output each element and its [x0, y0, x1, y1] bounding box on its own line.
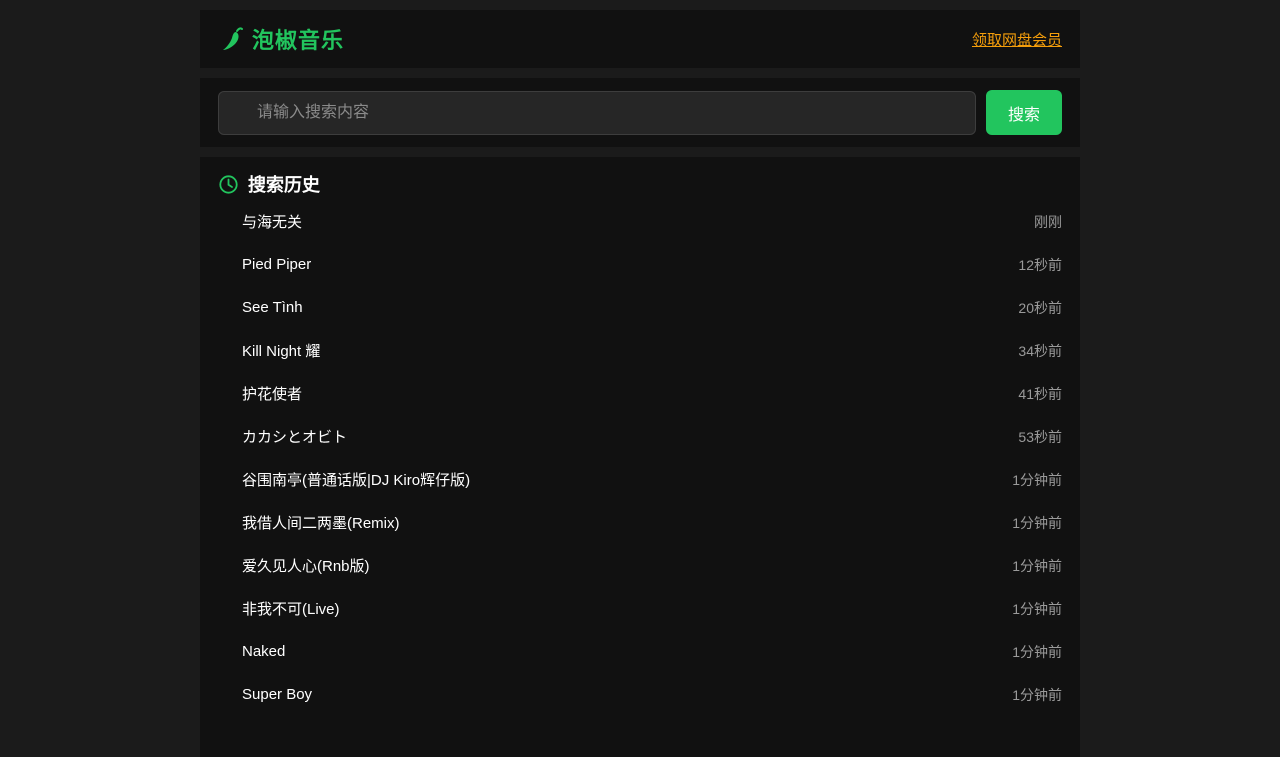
history-item-time: 1分钟前 — [1012, 557, 1062, 574]
history-item-time: 1分钟前 — [1012, 686, 1062, 703]
history-item-title: 谷围南亭(普通话版|DJ Kiro辉仔版) — [242, 472, 471, 489]
history-item-time: 12秒前 — [1018, 256, 1062, 273]
history-item-time: 53秒前 — [1018, 428, 1062, 445]
history-item-time: 1分钟前 — [1012, 514, 1062, 531]
history-item-title: 与海无关 — [242, 214, 303, 231]
history-item[interactable]: カカシとオビト 53秒前 — [218, 415, 1062, 458]
history-item-time: 1分钟前 — [1012, 600, 1062, 617]
history-item-title: Pied Piper — [242, 256, 312, 273]
history-item-title: 护花使者 — [242, 386, 303, 403]
history-item-title: 爱久见人心(Rnb版) — [242, 558, 370, 575]
claim-vip-link[interactable]: 领取网盘会员 — [972, 29, 1062, 50]
app-container: 泡椒音乐 领取网盘会员 搜索 搜索历史 与海无关 刚刚 Pied Piper 12秒… — [200, 10, 1080, 757]
history-item[interactable]: Naked 1分钟前 — [218, 630, 1062, 673]
search-history-title: 搜索历史 — [248, 175, 320, 195]
history-item[interactable]: See Tình 20秒前 — [218, 286, 1062, 329]
search-input[interactable] — [255, 102, 975, 123]
history-item-time: 刚刚 — [1034, 213, 1062, 230]
search-button[interactable]: 搜索 — [986, 90, 1062, 135]
history-item-time: 1分钟前 — [1012, 643, 1062, 660]
history-item-title: 非我不可(Live) — [242, 601, 340, 618]
history-item-title: Naked — [242, 643, 286, 660]
history-item[interactable]: 护花使者 41秒前 — [218, 372, 1062, 415]
history-item[interactable]: 爱久见人心(Rnb版) 1分钟前 — [218, 544, 1062, 587]
history-item[interactable]: Pied Piper 12秒前 — [218, 243, 1062, 286]
history-item-time: 20秒前 — [1018, 299, 1062, 316]
search-history-panel: 搜索历史 与海无关 刚刚 Pied Piper 12秒前 See Tình 20秒前 … — [200, 157, 1080, 757]
history-item[interactable]: 我借人间二两墨(Remix) 1分钟前 — [218, 501, 1062, 544]
brand[interactable]: 泡椒音乐 — [220, 23, 344, 55]
history-item[interactable]: 非我不可(Live) 1分钟前 — [218, 587, 1062, 630]
header: 泡椒音乐 领取网盘会员 — [200, 10, 1080, 68]
history-item[interactable]: 谷围南亭(普通话版|DJ Kiro辉仔版) 1分钟前 — [218, 458, 1062, 501]
search-history-list: 与海无关 刚刚 Pied Piper 12秒前 See Tình 20秒前 Kill … — [218, 200, 1062, 716]
history-item-title: 我借人间二两墨(Remix) — [242, 515, 400, 532]
clock-icon — [219, 174, 238, 194]
search-history-header: 搜索历史 — [218, 171, 1062, 197]
history-item[interactable]: 与海无关 刚刚 — [218, 200, 1062, 243]
history-item-title: Super Boy — [242, 686, 313, 703]
history-item[interactable]: Super Boy 1分钟前 — [218, 673, 1062, 716]
history-item[interactable]: Kill Night 耀 34秒前 — [218, 329, 1062, 372]
history-item-time: 34秒前 — [1018, 342, 1062, 359]
history-item-title: Kill Night 耀 — [242, 343, 321, 360]
brand-name: 泡椒音乐 — [252, 28, 345, 53]
history-item-time: 41秒前 — [1018, 385, 1062, 402]
search-bar: 搜索 — [200, 78, 1080, 147]
chili-pepper-icon — [223, 27, 243, 50]
history-item-title: カカシとオビト — [242, 429, 348, 446]
history-item-time: 1分钟前 — [1012, 471, 1062, 488]
search-input-wrapper[interactable] — [218, 90, 976, 135]
history-item-title: See Tình — [242, 299, 303, 316]
